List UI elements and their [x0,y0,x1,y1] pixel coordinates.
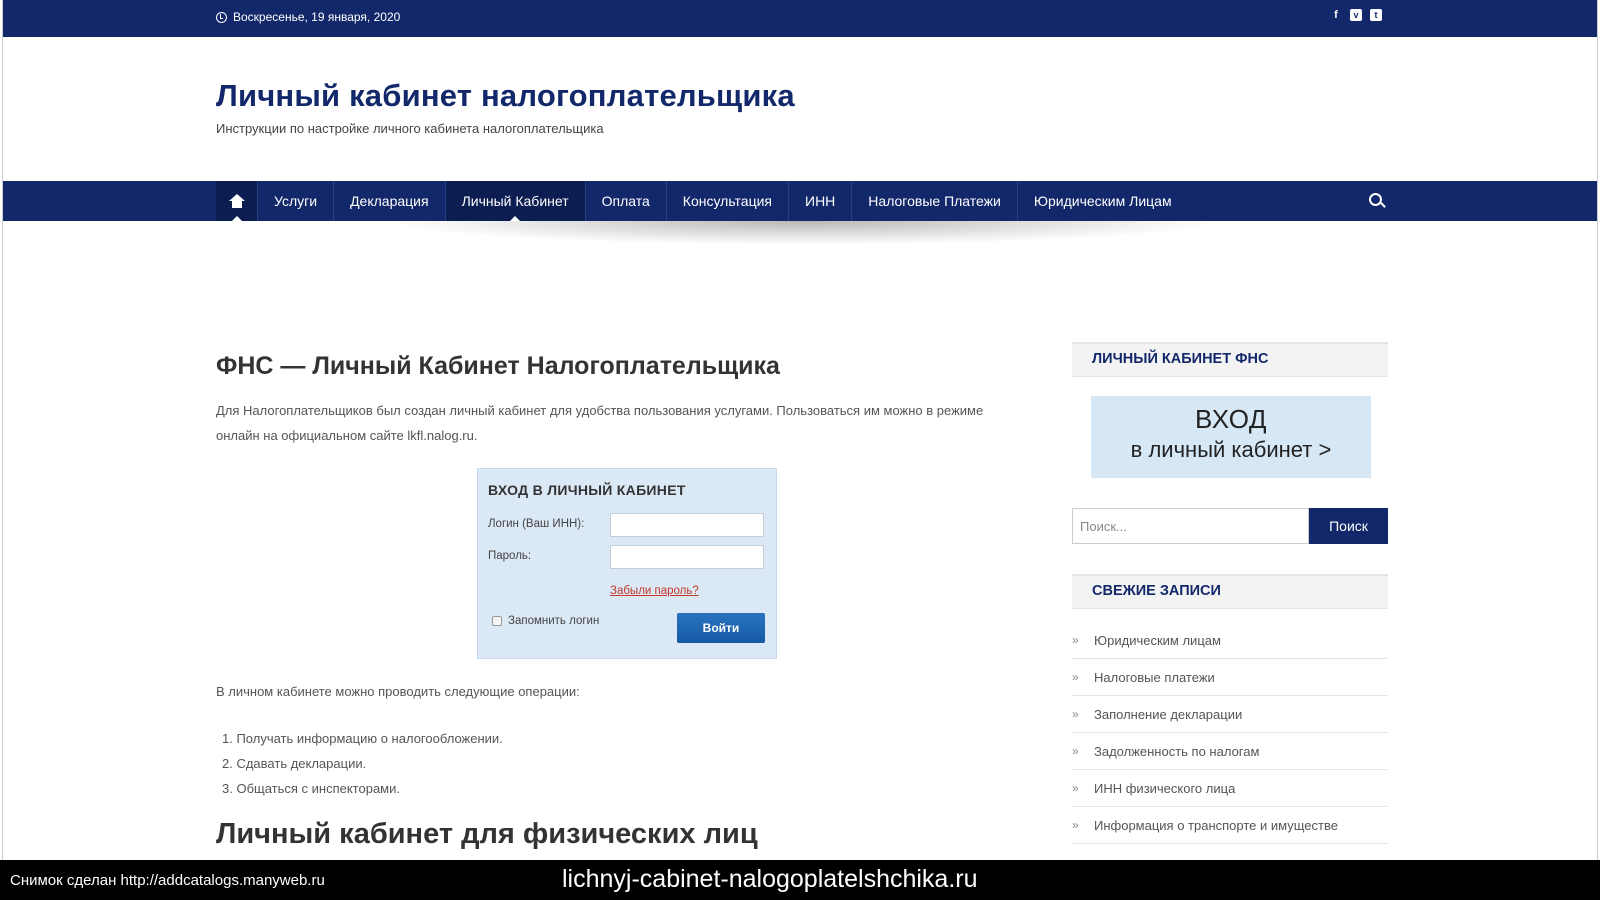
widget-title-fns: ЛИЧНЫЙ КАБИНЕТ ФНС [1072,342,1388,377]
recent-post-label: Информация о транспорте и имуществе [1094,817,1338,833]
double-chevron-icon: » [1072,781,1079,795]
list-item: 3. Общаться с инспекторами. [222,781,400,796]
recent-post-item[interactable]: » Заполнение декларации [1072,696,1388,733]
home-icon [228,194,245,208]
recent-posts-list: » Юридическим лицам » Налоговые платежи » З… [1072,622,1388,844]
nav-item-services[interactable]: Услуги [258,181,335,221]
search-button[interactable]: Поиск [1309,508,1388,544]
caption-left: Снимок сделан http://addcatalogs.manyweb… [10,872,325,889]
recent-post-label: Задолженность по налогам [1094,743,1260,759]
site-title[interactable]: Личный кабинет налогоплательщика [216,78,795,114]
vimeo-icon[interactable]: v [1350,9,1362,21]
top-bar: Воскресенье, 19 января, 2020 f v t [3,0,1597,37]
remember-login[interactable]: Запомнить логин [492,615,599,627]
list-item: 1. Получать информацию о налогообложении… [222,731,503,746]
login-form-image: ВХОД В ЛИЧНЫЙ КАБИНЕТ Логин (Ваш ИНН): П… [477,468,777,659]
remember-checkbox[interactable] [492,616,502,626]
password-label: Пароль: [488,550,532,562]
nav-item-payment[interactable]: Оплата [586,181,667,221]
password-input[interactable] [610,545,764,569]
double-chevron-icon: » [1072,818,1079,832]
facebook-icon[interactable]: f [1330,9,1342,21]
recent-post-item[interactable]: » Налоговые платежи [1072,659,1388,696]
recent-post-item[interactable]: » Информация о транспорте и имуществе [1072,807,1388,844]
clock-icon [216,11,227,23]
nav-item-declaration[interactable]: Декларация [334,181,446,221]
operations-intro: В личном кабинете можно проводить следую… [216,684,580,699]
nav-home[interactable] [216,181,258,221]
double-chevron-icon: » [1072,707,1079,721]
article-title: ФНС — Личный Кабинет Налогоплательщика [216,352,780,380]
nav-item-tax-payments[interactable]: Налоговые Платежи [852,181,1018,221]
browser-viewport: Воскресенье, 19 января, 2020 f v t Личны… [2,0,1598,860]
login-submit-button[interactable]: Войти [677,613,765,643]
recent-post-item[interactable]: » Задолженность по налогам [1072,733,1388,770]
nav-item-personal-cabinet[interactable]: Личный Кабинет [445,181,586,221]
caption-domain: lichnyj-cabinet-nalogoplatelshchika.ru [562,865,978,893]
remember-label: Запомнить логин [508,615,600,627]
double-chevron-icon: » [1072,670,1079,684]
screenshot-caption-bar: Снимок сделан http://addcatalogs.manyweb… [0,860,1600,900]
recent-post-item[interactable]: » ИНН физического лица [1072,770,1388,807]
nav-shadow [383,221,1223,245]
date-display: Воскресенье, 19 января, 2020 [216,10,400,24]
recent-post-label: ИНН физического лица [1094,780,1236,796]
main-navigation: Услуги Декларация Личный Кабинет Оплата … [3,181,1597,221]
list-item: 2. Сдавать декларации. [222,756,367,771]
search-icon[interactable] [1369,193,1382,206]
nav-item-legal-entities[interactable]: Юридическим Лицам [1018,181,1188,221]
recent-post-label: Заполнение декларации [1094,706,1243,722]
double-chevron-icon: » [1072,744,1079,758]
site-description: Инструкции по настройке личного кабинета… [216,121,604,136]
forgot-password-link[interactable]: Забыли пароль? [610,585,699,597]
operations-list: 1. Получать информацию о налогообложении… [222,726,503,801]
login-label: Логин (Ваш ИНН): [488,518,585,530]
widget-title-recent: СВЕЖИЕ ЗАПИСИ [1072,574,1388,609]
banner-line-2: в личный кабинет > [1130,437,1332,462]
search-input[interactable]: Поиск... [1072,508,1309,544]
recent-post-item[interactable]: » Юридическим лицам [1072,622,1388,659]
section-heading: Личный кабинет для физических лиц [216,818,758,850]
login-form-title: ВХОД В ЛИЧНЫЙ КАБИНЕТ [488,482,686,498]
banner-line-1: ВХОД [1195,404,1267,434]
login-input[interactable] [610,513,764,537]
double-chevron-icon: » [1072,633,1079,647]
login-banner[interactable]: ВХОД в личный кабинет > [1091,396,1371,478]
recent-post-label: Юридическим лицам [1094,632,1221,648]
recent-post-label: Налоговые платежи [1094,669,1215,685]
date-text: Воскресенье, 19 января, 2020 [233,10,401,24]
article-intro: Для Налогоплательщиков был создан личный… [216,403,984,443]
twitter-icon[interactable]: t [1370,9,1382,21]
sidebar-search: Поиск... Поиск [1072,508,1388,544]
nav-item-inn[interactable]: ИНН [789,181,853,221]
social-links: f v t [1330,9,1382,21]
nav-item-consultation[interactable]: Консультация [667,181,789,221]
